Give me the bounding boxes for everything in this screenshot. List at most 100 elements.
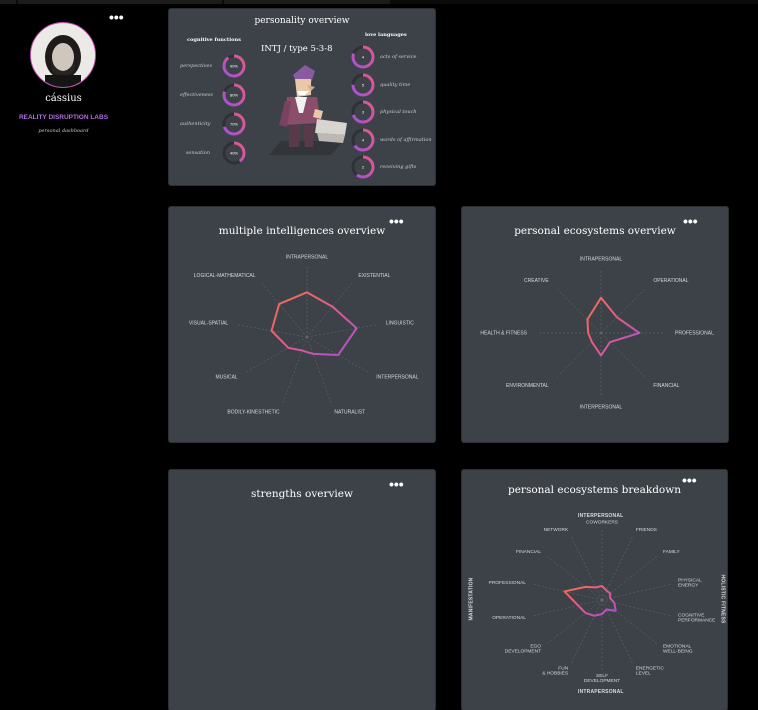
radar-axis-label: EXISTENTIAL: [358, 273, 390, 279]
radar-axis-label: INTRAPERSONAL: [286, 255, 328, 261]
cognitive-functions-header: cognitive functions: [187, 37, 241, 43]
personal-ecosystems-card: personal ecosystems overview ••• INTRAPE…: [462, 207, 728, 442]
radar-spoke: [601, 584, 671, 601]
radar-axis-label: SELF DEVELOPMENT: [584, 673, 620, 684]
cognitive-function-ring: 40%: [222, 141, 246, 165]
cognitive-function-label: effectiveness: [180, 92, 213, 98]
radar-axis-label: OPERATIONAL: [653, 278, 688, 284]
cognitive-function-ring: 70%: [222, 112, 246, 136]
love-language-ring: 5: [351, 73, 375, 96]
ring-value: 70%: [230, 122, 238, 127]
radar-axis-label: CREATIVE: [524, 278, 549, 284]
radar-axis-label: NATURALIST: [334, 410, 365, 416]
radar-axis-label: MUSICAL: [215, 375, 237, 381]
radar-spoke: [571, 536, 603, 601]
ecosystems-radar-chart: INTRAPERSONAL OPERATIONAL PROFESSIONAL FINA…: [480, 257, 714, 411]
radar-spoke: [555, 332, 602, 379]
radar-axis-label: HEALTH & FITNESS: [480, 331, 527, 337]
love-language-label: quality time: [380, 81, 411, 88]
love-language-label: physical touch: [380, 109, 417, 115]
radar-axis-label: FINANCIAL: [653, 383, 679, 389]
radar-axis-label: INTERPERSONAL: [376, 375, 418, 381]
radar-spoke: [600, 287, 647, 334]
love-language-ring: 4: [351, 45, 375, 69]
type-label: INTJ / type 5-3-8: [261, 44, 333, 54]
profile-organization[interactable]: REALITY DISRUPTION LABS: [0, 114, 127, 121]
radar-axis-label: FRIENDS: [636, 527, 657, 533]
radar-axis-label: PROFESSIONAL: [675, 331, 714, 337]
radar-axis-label: ENERGETIC LEVEL: [636, 665, 665, 676]
radar-axis-label: EGO DEVELOPMENT: [505, 644, 542, 655]
radar-axis-label: INTRAPERSONAL: [580, 257, 622, 263]
multiple-intelligences-card: multiple intelligences overview ••• INTR…: [169, 207, 435, 442]
ring-value: 2: [362, 165, 365, 170]
ring-value: 90%: [230, 64, 238, 69]
radar-axis-label: INTERPERSONAL: [580, 405, 622, 411]
cognitive-function-ring: 80%: [222, 83, 246, 107]
radar-axis-label: PROFESSIONAL: [489, 580, 527, 586]
love-language-ring: 2: [351, 155, 375, 179]
character-illustration: [269, 65, 347, 155]
radar-spoke: [533, 599, 603, 616]
love-language-ring: 3: [351, 100, 375, 124]
intelligences-radar-chart: INTRAPERSONAL EXISTENTIAL LINGUISTIC INTERP…: [189, 255, 419, 416]
radar-axis-label: FAMILY: [663, 549, 681, 555]
radar-spoke: [282, 336, 308, 405]
more-dots-icon[interactable]: •••: [389, 477, 404, 491]
love-language-label: words of affirmation: [380, 136, 432, 143]
radar-axis-label: FINANCIAL: [516, 549, 541, 555]
avatar-face: [31, 23, 95, 87]
avatar[interactable]: [30, 22, 96, 88]
radar-axis-label: PHYSICAL ENERGY: [678, 578, 702, 589]
radar-axis-label: EMOTIONAL WELL-BEING: [663, 644, 693, 655]
card-title: personality overview: [254, 16, 350, 26]
radar-spoke: [547, 599, 603, 644]
radar-spoke: [547, 556, 603, 601]
profile-name: cássius: [45, 93, 82, 104]
radar-spoke: [306, 324, 378, 338]
ring-value: 3: [362, 110, 365, 115]
top-nav-segment[interactable]: [18, 0, 222, 4]
radar-axis-label: NETWORK: [544, 527, 569, 533]
radar-axis-label: OPERATIONAL: [492, 615, 526, 621]
breakdown-radar-chart: COWORKERS FRIENDS FAMILY PHYSICAL ENERGY COGN…: [489, 520, 716, 685]
radar-axis-label: ENVIRONMENTAL: [506, 383, 549, 389]
cognitive-function-ring: 90%: [222, 54, 246, 78]
cognitive-function-label: sensation: [185, 150, 210, 156]
radar-shape: [270, 291, 358, 356]
radar-spoke: [600, 332, 647, 379]
top-nav-segment[interactable]: [224, 0, 390, 4]
radar-axis-label: VISUAL-SPATIAL: [189, 321, 228, 327]
cognitive-function-label: perspectives: [180, 63, 213, 69]
radar-shape: [563, 585, 617, 617]
love-language-ring: 4: [351, 128, 375, 151]
radar-axis-label: BODILY-KINESTHETIC: [227, 410, 280, 416]
radar-axis-label: LOGICAL-MATHEMATICAL: [194, 273, 256, 279]
top-nav-segment[interactable]: [0, 0, 16, 4]
radar-spoke: [601, 599, 671, 616]
radar-axis-label: FUN & HOBBIES: [542, 665, 568, 676]
cognitive-function-label: authenticity: [180, 121, 211, 127]
strengths-overview-card: strengths overview •••: [169, 470, 435, 710]
love-language-label: receiving gifts: [380, 164, 417, 170]
top-nav-bar: [0, 0, 758, 4]
love-languages-header: love languages: [365, 32, 407, 38]
radar-spoke: [244, 336, 308, 374]
ring-value: 40%: [230, 151, 238, 156]
ecosystems-breakdown-card: personal ecosystems breakdown ••• INTERP…: [462, 470, 727, 710]
ring-value: 4: [362, 55, 365, 60]
radar-shape: [586, 296, 641, 357]
radar-spoke: [260, 281, 308, 338]
personality-overview-card: personality overview cognitive functions…: [169, 9, 435, 185]
radar-spoke: [571, 599, 603, 664]
more-dots-icon[interactable]: •••: [109, 10, 124, 24]
profile-subtitle: personal dashboard: [38, 128, 89, 134]
radar-spoke: [306, 281, 354, 338]
radar-spoke: [306, 336, 332, 405]
radar-axis-label: LINGUISTIC: [386, 321, 414, 327]
love-language-label: acts of service: [380, 54, 417, 60]
radar-spoke: [601, 599, 657, 644]
ring-value: 80%: [230, 93, 238, 98]
ring-value: 4: [362, 137, 365, 142]
ring-value: 5: [362, 82, 365, 87]
